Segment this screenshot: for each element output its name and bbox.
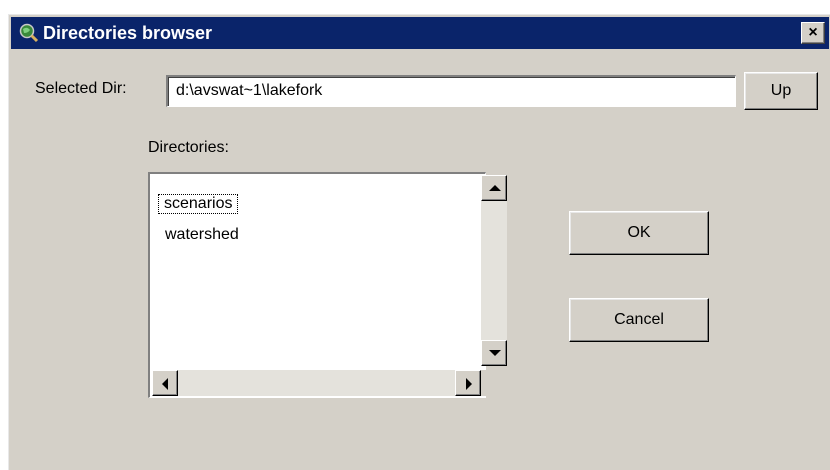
up-button[interactable]: Up [744,72,818,110]
scroll-left-button[interactable] [152,370,178,396]
arrow-right-icon [466,378,472,390]
list-item-watershed[interactable]: watershed [165,226,239,244]
list-item-scenarios[interactable]: scenarios [158,194,239,214]
scrollbar-corner [481,370,507,396]
selected-dir-input[interactable]: d:\avswat~1\lakefork [166,75,736,107]
arrow-down-icon [489,350,501,356]
horizontal-scrollbar[interactable] [152,370,481,396]
title-bar[interactable]: Directories browser × [11,17,829,49]
scroll-right-button[interactable] [455,370,481,396]
close-icon: × [808,24,818,41]
cancel-button[interactable]: Cancel [569,298,709,342]
close-button[interactable]: × [801,22,825,44]
arrow-up-icon [489,185,501,191]
vertical-scrollbar[interactable] [481,175,507,366]
window-title: Directories browser [43,23,213,43]
scroll-up-button[interactable] [481,175,507,201]
ok-button[interactable]: OK [569,211,709,255]
scroll-down-button[interactable] [481,340,507,366]
arrow-left-icon [162,378,168,390]
directories-label: Directories: [148,139,229,156]
magnifier-globe-icon [19,23,39,43]
directories-list[interactable]: scenarios watershed [148,172,486,398]
selected-dir-label: Selected Dir: [35,80,127,97]
dialog-window: Directories browser × Selected Dir: d:\a… [8,14,830,470]
